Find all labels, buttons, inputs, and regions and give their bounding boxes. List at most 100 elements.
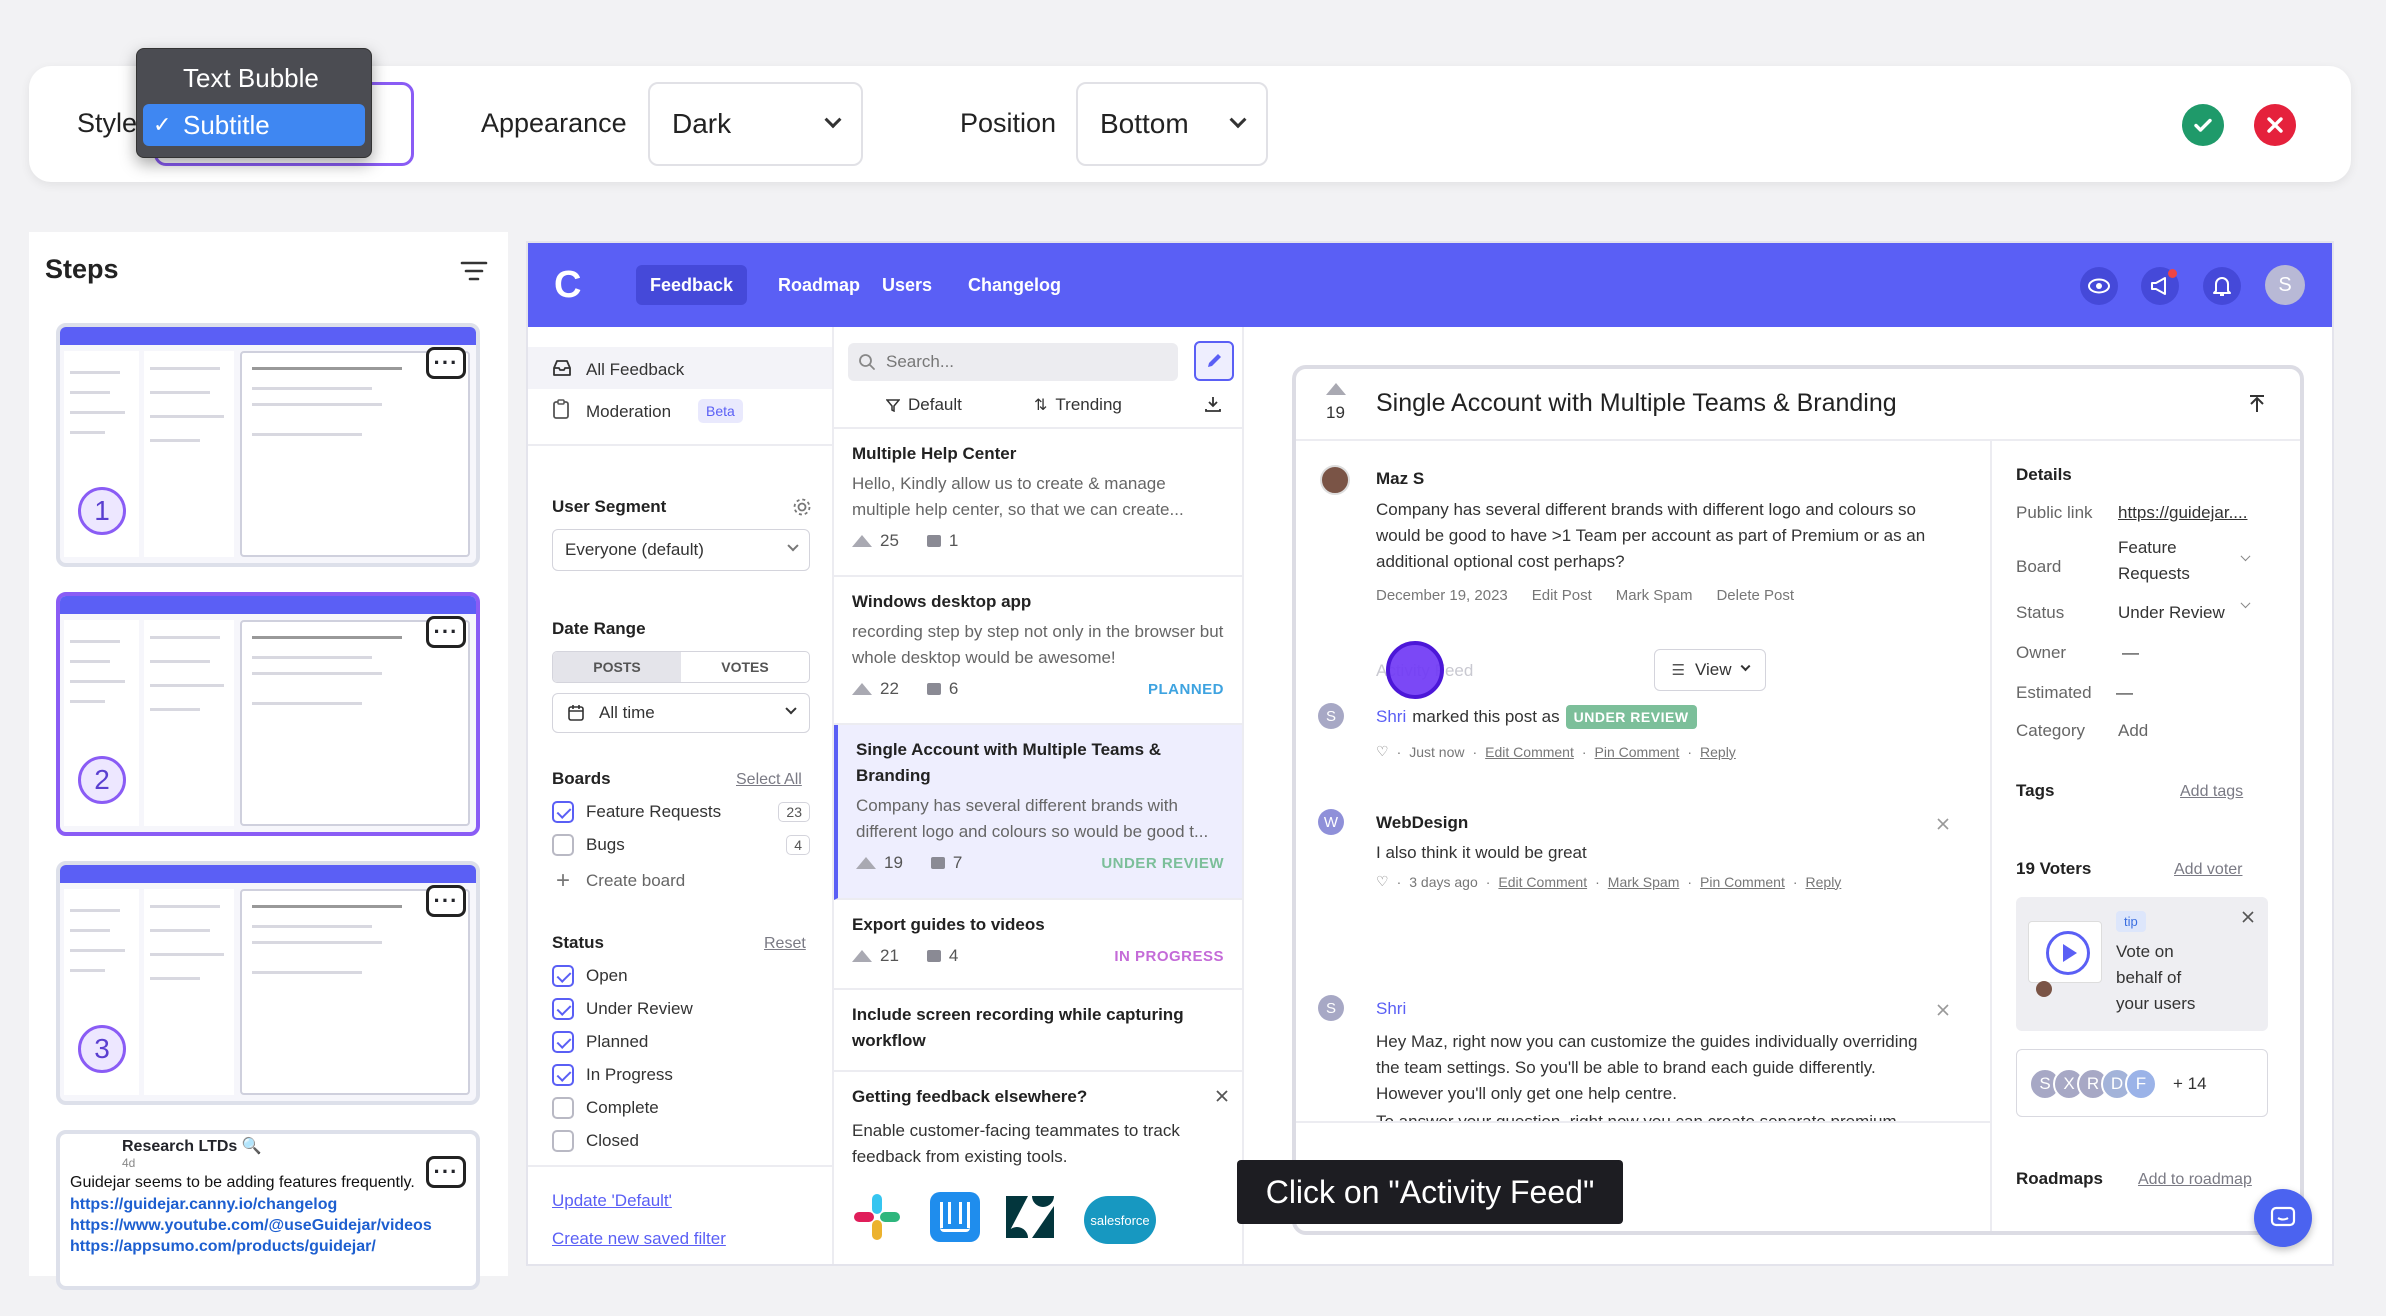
- checkbox[interactable]: [552, 1097, 574, 1119]
- upvote-icon[interactable]: [1326, 383, 1346, 395]
- slack-icon[interactable]: [852, 1192, 902, 1242]
- post-item-selected[interactable]: Single Account with Multiple Teams & Bra…: [834, 725, 1242, 900]
- megaphone-icon[interactable]: [2141, 267, 2179, 305]
- style-option-subtitle[interactable]: ✓ Subtitle: [143, 104, 365, 146]
- reset-link[interactable]: Reset: [764, 935, 806, 953]
- salesforce-icon[interactable]: salesforce: [1084, 1196, 1156, 1244]
- create-filter-link[interactable]: Create new saved filter: [552, 1229, 726, 1249]
- board-select[interactable]: Feature Requests: [2118, 535, 2218, 587]
- new-post-button[interactable]: [1194, 341, 1234, 381]
- step-note-card[interactable]: Research LTDs 🔍 4d Guidejar seems to be …: [56, 1130, 480, 1290]
- public-link[interactable]: https://guidejar....: [2118, 503, 2258, 523]
- collapse-icon[interactable]: [2246, 393, 2268, 415]
- pin-comment-link[interactable]: Pin Comment: [1595, 744, 1680, 760]
- add-roadmap-link[interactable]: Add to roadmap: [2138, 1171, 2252, 1189]
- position-select[interactable]: Bottom: [1076, 82, 1268, 166]
- close-icon[interactable]: [1936, 1003, 1950, 1017]
- checkbox[interactable]: [552, 801, 574, 823]
- checkbox[interactable]: [552, 834, 574, 856]
- note-link[interactable]: https://guidejar.canny.io/changelog: [70, 1196, 337, 1214]
- chat-launcher-button[interactable]: [2254, 1189, 2312, 1247]
- select-all-link[interactable]: Select All: [736, 771, 802, 789]
- upvote-icon[interactable]: [852, 950, 872, 962]
- update-default-link[interactable]: Update 'Default': [552, 1191, 672, 1211]
- edit-comment-link[interactable]: Edit Comment: [1498, 874, 1587, 890]
- appearance-select[interactable]: Dark: [648, 82, 863, 166]
- status-item-planned[interactable]: Planned: [552, 1031, 648, 1053]
- view-select[interactable]: ☰ View: [1654, 649, 1766, 691]
- note-link[interactable]: https://appsumo.com/products/guidejar/: [70, 1238, 376, 1256]
- edit-post-link[interactable]: Edit Post: [1532, 587, 1592, 604]
- style-option-text-bubble[interactable]: Text Bubble: [143, 57, 365, 99]
- add-tags-link[interactable]: Add tags: [2180, 783, 2243, 801]
- upvote-icon[interactable]: [852, 683, 872, 695]
- upvote-icon[interactable]: [852, 535, 872, 547]
- mark-spam-link[interactable]: Mark Spam: [1608, 874, 1680, 890]
- gear-icon[interactable]: [792, 497, 812, 517]
- close-icon[interactable]: [1214, 1088, 1230, 1104]
- app-logo[interactable]: C: [554, 265, 594, 305]
- reply-link[interactable]: Reply: [1700, 744, 1736, 760]
- zendesk-icon[interactable]: [1004, 1194, 1056, 1240]
- checkbox[interactable]: [552, 998, 574, 1020]
- status-item-open[interactable]: Open: [552, 965, 628, 987]
- confirm-button[interactable]: [2182, 104, 2224, 146]
- download-icon[interactable]: [1204, 395, 1222, 413]
- step-more-button[interactable]: ···: [426, 616, 466, 648]
- reply-link[interactable]: Reply: [1806, 874, 1842, 890]
- cancel-button[interactable]: [2254, 104, 2296, 146]
- step-thumbnail-1[interactable]: 1 ···: [56, 323, 480, 567]
- post-item[interactable]: Windows desktop app recording step by st…: [834, 577, 1242, 725]
- voter-avatars[interactable]: S X R D F + 14: [2016, 1049, 2268, 1117]
- step-thumbnail-3[interactable]: 3 ···: [56, 861, 480, 1105]
- play-icon[interactable]: [2046, 931, 2090, 975]
- owner-select[interactable]: —: [2122, 643, 2139, 663]
- mark-spam-link[interactable]: Mark Spam: [1616, 587, 1693, 604]
- step-more-button[interactable]: ···: [426, 1156, 466, 1188]
- status-item-under-review[interactable]: Under Review: [552, 998, 693, 1020]
- pin-comment-link[interactable]: Pin Comment: [1700, 874, 1785, 890]
- search-input[interactable]: Search...: [848, 343, 1178, 381]
- delete-post-link[interactable]: Delete Post: [1716, 587, 1794, 604]
- votes-toggle[interactable]: VOTES: [681, 652, 809, 682]
- sidebar-item-moderation[interactable]: Moderation Beta: [528, 389, 832, 431]
- category-add[interactable]: Add: [2118, 721, 2148, 741]
- create-board-button[interactable]: + Create board: [552, 867, 685, 895]
- close-icon[interactable]: [1936, 817, 1950, 831]
- add-voter-link[interactable]: Add voter: [2174, 861, 2242, 879]
- checkbox[interactable]: [552, 965, 574, 987]
- post-item[interactable]: Include screen recording while capturing…: [834, 990, 1242, 1072]
- eye-icon[interactable]: [2080, 267, 2118, 305]
- status-item-in-progress[interactable]: In Progress: [552, 1064, 673, 1086]
- board-item[interactable]: Bugs 4: [552, 834, 810, 856]
- date-select[interactable]: All time: [552, 693, 810, 733]
- status-select[interactable]: Under Review: [2118, 603, 2225, 623]
- estimated-select[interactable]: —: [2116, 683, 2133, 703]
- nav-tab-feedback[interactable]: Feedback: [636, 265, 748, 305]
- avatar[interactable]: S: [2265, 265, 2305, 305]
- edit-comment-link[interactable]: Edit Comment: [1485, 744, 1574, 760]
- checkbox[interactable]: [552, 1031, 574, 1053]
- step-thumbnail-2[interactable]: 2 ···: [56, 592, 480, 836]
- nav-tab-changelog[interactable]: Changelog: [954, 265, 1075, 305]
- status-item-closed[interactable]: Closed: [552, 1130, 639, 1152]
- checkbox[interactable]: [552, 1130, 574, 1152]
- post-item[interactable]: Multiple Help Center Hello, Kindly allow…: [834, 429, 1242, 577]
- nav-tab-roadmap[interactable]: Roadmap: [764, 265, 874, 305]
- board-item[interactable]: Feature Requests 23: [552, 801, 810, 823]
- bell-icon[interactable]: [2203, 267, 2241, 305]
- nav-tab-users[interactable]: Users: [868, 265, 946, 305]
- step-more-button[interactable]: ···: [426, 885, 466, 917]
- comment-author[interactable]: Shri: [1376, 999, 1406, 1019]
- heart-icon[interactable]: ♡: [1376, 743, 1389, 760]
- close-icon[interactable]: [2242, 911, 2254, 923]
- sort-default[interactable]: Default: [886, 395, 962, 415]
- intercom-icon[interactable]: [930, 1192, 980, 1242]
- checkbox[interactable]: [552, 1064, 574, 1086]
- heart-icon[interactable]: ♡: [1376, 873, 1389, 890]
- sort-trending[interactable]: ⇅ Trending: [1034, 395, 1122, 415]
- filter-icon[interactable]: [460, 260, 488, 282]
- post-item[interactable]: Export guides to videos 21 4 IN PROGRESS: [834, 900, 1242, 990]
- status-item-complete[interactable]: Complete: [552, 1097, 659, 1119]
- step-more-button[interactable]: ···: [426, 347, 466, 379]
